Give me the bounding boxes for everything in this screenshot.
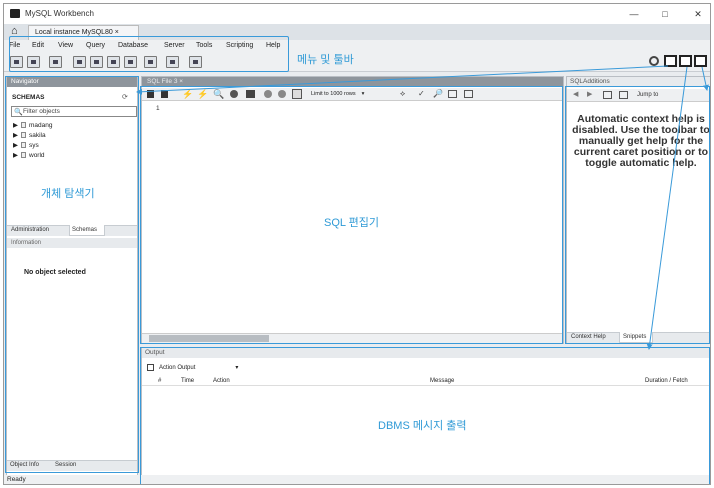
arrow-to-sql-additions [701,66,709,91]
annotation-arrows [136,65,709,350]
arrow-to-output [646,66,688,350]
workbench-window: MySQL Workbench — □ ✕ ⌂ Local instance M… [3,3,711,485]
arrow-to-navigator [136,65,669,95]
